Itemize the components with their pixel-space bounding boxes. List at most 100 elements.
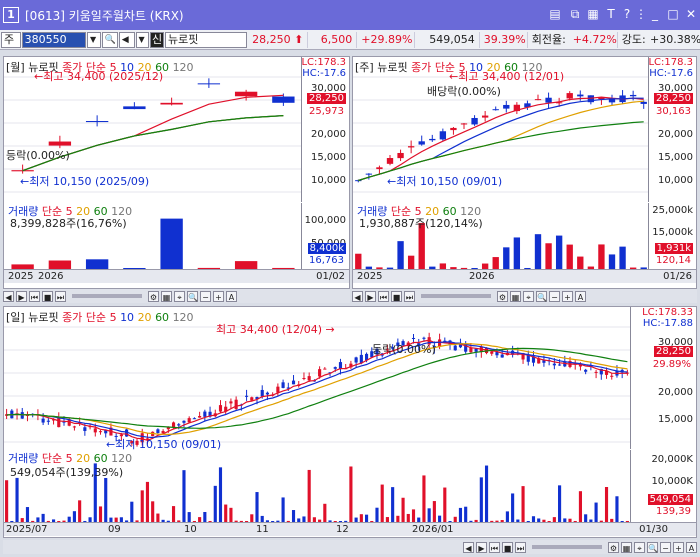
volume-bar (505, 511, 509, 522)
volume-bar (5, 480, 9, 522)
stop-icon[interactable]: ■ (42, 290, 53, 302)
grid-icon[interactable]: ▦ (510, 290, 521, 302)
zoom-icon[interactable]: 🔍 (187, 290, 198, 302)
ma-tag: 30,163 (654, 106, 693, 117)
volume-bar (391, 487, 395, 522)
zoom-icon[interactable]: 🔍 (647, 541, 658, 553)
minus-icon[interactable]: − (200, 290, 211, 302)
candle-body (72, 426, 76, 428)
candle-body (354, 357, 358, 363)
tool-icon[interactable]: ⌖ (174, 290, 185, 302)
candle-body (20, 412, 24, 419)
plus-icon[interactable]: + (562, 290, 573, 302)
volume-bar (156, 513, 160, 522)
daily-y-axis: LC:178.33 HC:-17.88 30,000 20,000 15,000… (630, 307, 696, 449)
stop-icon[interactable]: ■ (502, 541, 513, 553)
settings-icon[interactable]: ⚙ (148, 290, 159, 302)
candle-body (333, 367, 337, 369)
rewind-icon[interactable]: ⏮ (378, 290, 389, 302)
scroll-right-icon[interactable]: ▶ (365, 290, 376, 302)
strength-label: 강도: (616, 31, 650, 48)
menu-icon[interactable]: ⋮ (634, 7, 648, 21)
settings-icon[interactable]: ⚙ (608, 541, 619, 553)
scroll-track[interactable] (72, 294, 142, 298)
zoom-icon[interactable]: 🔍 (536, 290, 547, 302)
stop-icon[interactable]: ■ (391, 290, 402, 302)
speaker-icon[interactable]: ◀ (118, 31, 135, 48)
scroll-right-icon[interactable]: ▶ (476, 541, 487, 553)
plus-icon[interactable]: + (213, 290, 224, 302)
volume-bar (234, 261, 258, 269)
candle-body (198, 416, 202, 418)
scroll-track[interactable] (421, 294, 491, 298)
volume-bar (594, 502, 598, 522)
volume-bar (534, 234, 542, 269)
minus-icon[interactable]: − (549, 290, 560, 302)
font-icon[interactable]: A (575, 290, 586, 302)
volume-bar (291, 510, 296, 522)
settings-icon[interactable]: ⚙ (497, 290, 508, 302)
candle-body (276, 386, 280, 393)
volume-bar (355, 253, 362, 269)
monthly-y-axis: LC:178.3 HC:-17.6 30,000 20,000 15,000 1… (301, 57, 349, 202)
forward-icon[interactable]: ⏭ (515, 541, 526, 553)
daily-chart-panel: [일] 뉴로핏 종가 단순 5 10 20 60 120 최고 34,400 (… (3, 306, 697, 538)
text-icon[interactable]: T (604, 7, 618, 21)
scroll-track[interactable] (532, 545, 602, 549)
x-label: 2025 (8, 271, 34, 282)
grid-icon[interactable]: ▦ (161, 290, 172, 302)
rewind-icon[interactable]: ⏮ (489, 541, 500, 553)
scroll-left-icon[interactable]: ◀ (352, 290, 363, 302)
candle-body (490, 351, 494, 354)
maximize-icon[interactable]: □ (666, 7, 680, 21)
font-icon[interactable]: A (686, 541, 697, 553)
memo-icon[interactable]: ▤ (548, 7, 562, 21)
tool-icon[interactable]: ⌖ (634, 541, 645, 553)
volume-bar (41, 513, 45, 522)
print-icon[interactable]: ▦ (586, 7, 600, 21)
candle-body (48, 141, 72, 146)
volume-bar (307, 469, 311, 522)
ma-tag: 25,973 (307, 106, 346, 117)
rewind-icon[interactable]: ⏮ (29, 290, 40, 302)
link-icon[interactable]: ⧉ (568, 7, 582, 21)
forward-icon[interactable]: ⏭ (55, 290, 66, 302)
font-icon[interactable]: A (226, 290, 237, 302)
scroll-right-icon[interactable]: ▶ (16, 290, 27, 302)
candle-body (471, 117, 478, 125)
tool-icon[interactable]: ⌖ (523, 290, 534, 302)
y-tick: 15,000 (311, 152, 346, 163)
code-dropdown-icon[interactable]: ▼ (86, 31, 101, 48)
turnover-value: +4.72% (572, 32, 617, 46)
forward-icon[interactable]: ⏭ (404, 290, 415, 302)
volume-bar (85, 259, 109, 269)
volume-bar (464, 506, 468, 522)
volume-bar (72, 511, 76, 522)
plus-icon[interactable]: + (673, 541, 684, 553)
ma-label-5: 5 (109, 311, 117, 324)
volume-bar (151, 501, 155, 522)
close-icon[interactable]: ✕ (684, 7, 698, 21)
high-arrow-icon: ← (449, 70, 459, 83)
search-icon[interactable]: 🔍 (101, 31, 118, 48)
candle-body (281, 382, 285, 388)
monthly-controls: ◀ ▶ ⏮ ■ ⏭ ⚙ ▦ ⌖ 🔍 − + A (3, 289, 350, 303)
hc-label: HC:-17.6 (649, 68, 693, 79)
scroll-left-icon[interactable]: ◀ (463, 541, 474, 553)
minimize-icon[interactable]: _ (648, 7, 662, 21)
candle-body (545, 97, 552, 103)
candle-body (98, 431, 103, 433)
high-arrow-icon: → (322, 323, 335, 336)
scroll-left-icon[interactable]: ◀ (3, 290, 14, 302)
volume-bar (359, 514, 363, 522)
market-select[interactable]: 주 (1, 31, 21, 48)
lc-label: LC:178.3 (301, 57, 346, 68)
ma-label-10: 10 (120, 311, 135, 324)
stock-code-input[interactable]: 380550 (21, 31, 86, 48)
candle-body (265, 392, 270, 395)
grid-icon[interactable]: ▦ (621, 541, 632, 553)
help-icon[interactable]: ? (620, 7, 634, 21)
candle-body (376, 167, 383, 170)
minus-icon[interactable]: − (660, 541, 671, 553)
speaker-dropdown-icon[interactable]: ▼ (135, 31, 150, 48)
